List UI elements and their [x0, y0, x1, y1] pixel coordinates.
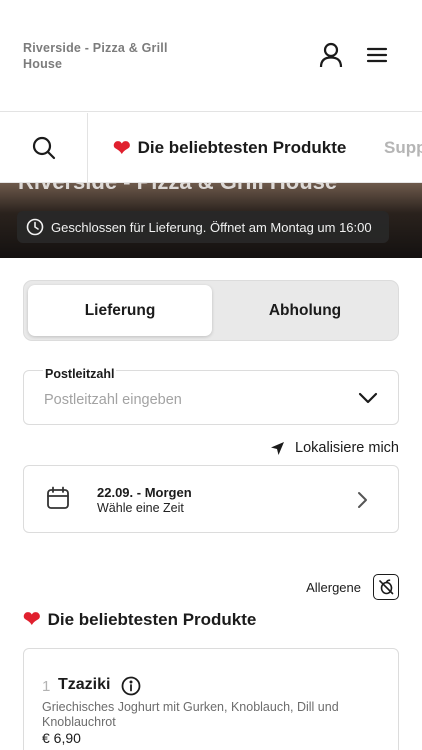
hamburger-menu-icon	[366, 47, 388, 63]
product-quantity: 1	[42, 678, 51, 695]
category-tab-popular[interactable]: ❤ Die beliebtesten Produkte	[113, 113, 347, 182]
product-name: Tzaziki	[58, 676, 111, 693]
restaurant-name[interactable]: Riverside - Pizza & Grill House	[23, 40, 173, 72]
selected-date: 22.09. - Morgen	[97, 485, 192, 500]
status-badge: Geschlossen für Lieferung. Öffnet am Mon…	[17, 211, 389, 243]
heart-icon: ❤	[23, 608, 41, 631]
choose-time-label: Wähle eine Zeit	[97, 501, 184, 515]
product-price: € 6,90	[42, 730, 81, 746]
user-icon	[319, 42, 343, 68]
section-heading-label: Die beliebtesten Produkte	[47, 609, 257, 629]
category-tab-label: Die beliebtesten Produkte	[137, 138, 347, 157]
hero-banner: Riverside - Pizza & Grill House Geschlos…	[0, 183, 422, 258]
chevron-down-icon	[358, 391, 378, 410]
info-icon[interactable]	[121, 676, 141, 701]
delivery-option[interactable]: Lieferung	[28, 285, 212, 336]
pickup-option[interactable]: Abholung	[214, 285, 396, 336]
category-tab-supp[interactable]: Supp	[384, 113, 422, 182]
allergens-label: Allergene	[306, 579, 361, 595]
clock-icon	[26, 218, 44, 236]
postcode-select[interactable]: Postleitzahl Postleitzahl eingeben	[23, 367, 399, 425]
section-heading: ❤ Die beliebtesten Produkte	[23, 607, 256, 632]
allergens-button[interactable]	[373, 574, 399, 600]
category-search-button[interactable]	[0, 113, 88, 182]
chevron-right-icon	[356, 491, 368, 514]
date-time-selector[interactable]: 22.09. - Morgen Wähle eine Zeit	[23, 465, 399, 533]
hero-title: Riverside - Pizza & Grill House	[18, 183, 337, 195]
status-text: Geschlossen für Lieferung. Öffnet am Mon…	[51, 219, 372, 235]
locate-me-link[interactable]: Lokalisiere mich	[270, 440, 399, 456]
search-icon	[32, 136, 55, 160]
allergens-filter: Allergene	[306, 574, 399, 600]
account-button[interactable]	[316, 40, 346, 70]
app-header: Riverside - Pizza & Grill House	[0, 0, 422, 112]
locate-me-label: Lokalisiere mich	[295, 440, 399, 456]
navigation-arrow-icon	[270, 441, 285, 456]
menu-button[interactable]	[362, 40, 392, 70]
heart-icon: ❤	[113, 136, 131, 160]
category-bar: ❤ Die beliebtesten Produkte Supp	[0, 113, 422, 183]
allergen-filter-icon	[379, 579, 394, 595]
postcode-label: Postleitzahl	[43, 367, 117, 381]
order-mode-toggle: Lieferung Abholung	[23, 280, 399, 341]
product-card[interactable]: 1 Tzaziki Griechisches Joghurt mit Gurke…	[23, 648, 399, 750]
postcode-placeholder: Postleitzahl eingeben	[44, 392, 182, 408]
calendar-icon	[46, 486, 70, 515]
product-description: Griechisches Joghurt mit Gurken, Knoblau…	[42, 700, 339, 729]
category-tab-label: Supp	[384, 138, 422, 157]
